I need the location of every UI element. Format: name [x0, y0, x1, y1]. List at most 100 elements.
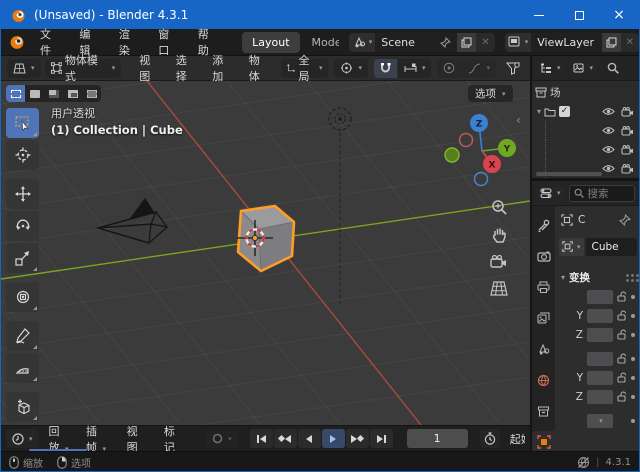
3d-viewport[interactable]: 选项 ▾ 用户透视 (1) Collection | Cube — [1, 81, 530, 425]
eye-icon[interactable] — [602, 107, 615, 116]
sidebar-toggle-icon[interactable]: ‹ — [516, 113, 521, 127]
navigation-gizmo[interactable]: Z Y X — [439, 109, 521, 195]
start-frame-button[interactable]: 起始 — [510, 431, 525, 447]
rotation-y-field[interactable] — [587, 371, 613, 385]
timeline-editor-type-button[interactable]: ▾ — [6, 429, 39, 448]
tool-scale[interactable] — [6, 243, 39, 273]
collection-checkbox[interactable]: ✓ — [559, 106, 570, 117]
tool-move[interactable] — [6, 179, 39, 209]
animate-dot[interactable] — [631, 295, 635, 299]
pivot-point-selector[interactable]: ▾ — [334, 59, 368, 78]
view-layer-remove-button[interactable]: ✕ — [621, 33, 639, 52]
play-reverse-button[interactable] — [298, 429, 321, 448]
render-camera-icon[interactable] — [621, 107, 634, 117]
unlock-icon[interactable] — [617, 310, 627, 321]
editor-type-button[interactable]: ▾ — [7, 59, 41, 78]
scene-name-field[interactable]: Scene — [375, 33, 457, 52]
next-keyframe-button[interactable] — [346, 429, 369, 448]
properties-search-input[interactable]: 搜索 — [569, 185, 635, 202]
tool-measure[interactable] — [6, 353, 39, 383]
render-camera-icon[interactable] — [621, 126, 634, 136]
unlock-icon[interactable] — [617, 329, 627, 340]
gizmo-negative-z[interactable] — [475, 173, 488, 186]
workspace-tab-modeling[interactable]: Mode — [302, 32, 339, 53]
view-layer-name-field[interactable]: ViewLayer — [531, 33, 601, 52]
view-layer-new-button[interactable] — [602, 33, 621, 52]
snap-toggle[interactable] — [374, 59, 397, 78]
minimize-button[interactable] — [519, 1, 559, 29]
maximize-button[interactable] — [559, 1, 599, 29]
zoom-tool-icon[interactable] — [491, 199, 508, 216]
proportional-editing-toggle[interactable] — [437, 59, 461, 78]
tab-render[interactable] — [532, 245, 555, 267]
panel-grip-icon[interactable] — [626, 274, 629, 277]
object-name-field[interactable]: Cube — [586, 238, 637, 256]
tool-cursor[interactable] — [6, 140, 39, 170]
pin-icon[interactable] — [619, 214, 631, 226]
rotation-mode-dropdown[interactable]: ▾ — [587, 414, 613, 428]
animate-dot[interactable] — [631, 314, 635, 318]
use-preview-range-toggle[interactable] — [480, 429, 500, 448]
viewport-options-button[interactable]: 选项 ▾ — [468, 85, 513, 102]
outliner-display-mode-button[interactable]: ▾ — [569, 59, 598, 78]
location-y-field[interactable] — [587, 309, 613, 323]
tab-tool[interactable] — [532, 214, 555, 236]
pan-hand-icon[interactable] — [491, 227, 508, 244]
camera-view-icon[interactable] — [490, 255, 508, 270]
select-mode-intersect[interactable] — [82, 85, 101, 102]
properties-editor-type-button[interactable]: ▾ — [536, 184, 565, 203]
select-mode-extend[interactable] — [25, 85, 44, 102]
select-mode-subtract[interactable] — [44, 85, 63, 102]
scene-browse-button[interactable]: ▾ — [349, 33, 376, 52]
tab-object[interactable] — [532, 431, 555, 453]
prev-keyframe-button[interactable] — [274, 429, 297, 448]
animate-dot[interactable] — [631, 376, 635, 380]
outliner-row-object[interactable] — [532, 140, 639, 159]
mode-selector[interactable]: 物体模式 ▾ — [45, 59, 122, 78]
tool-rotate[interactable] — [6, 211, 39, 241]
gizmo-negative-y[interactable] — [445, 148, 459, 162]
proportional-falloff-selector[interactable]: ▾ — [462, 59, 496, 78]
close-button[interactable]: × — [599, 1, 639, 29]
select-mode-set[interactable] — [6, 85, 25, 102]
outliner-horizontal-scrollbar[interactable] — [536, 172, 602, 176]
play-button[interactable] — [322, 429, 345, 448]
unlock-icon[interactable] — [617, 391, 627, 402]
jump-to-start-button[interactable] — [250, 429, 273, 448]
transform-orientation-selector[interactable]: 全局 ▾ — [281, 59, 328, 78]
outliner-row-scene-collection[interactable]: 场 — [532, 83, 639, 102]
tab-scene[interactable] — [532, 338, 555, 360]
view-layer-browse-button[interactable]: ▾ — [505, 33, 532, 52]
point-light-object[interactable] — [329, 108, 351, 307]
tab-world[interactable] — [532, 369, 555, 391]
outliner-editor-type-button[interactable]: ▾ — [536, 59, 565, 78]
grid-ortho-icon[interactable] — [490, 281, 508, 296]
unlock-icon[interactable] — [617, 291, 627, 302]
animate-dot[interactable] — [631, 419, 635, 423]
search-icon[interactable] — [607, 62, 619, 74]
eye-icon[interactable] — [602, 126, 615, 135]
eye-icon[interactable] — [602, 145, 615, 154]
tab-output[interactable] — [532, 276, 555, 298]
scene-unlink-button[interactable]: ✕ — [476, 33, 494, 52]
transform-panel-header[interactable]: ▾ 变换 — [559, 267, 637, 287]
rotation-x-field[interactable] — [587, 352, 613, 366]
outliner-row-collection[interactable]: ▾ ✓ — [532, 102, 639, 121]
location-x-field[interactable] — [587, 290, 613, 304]
animate-dot[interactable] — [631, 395, 635, 399]
tool-select-box[interactable] — [6, 108, 39, 138]
tool-annotate[interactable] — [6, 321, 39, 351]
select-mode-invert[interactable] — [63, 85, 82, 102]
tool-add-cube[interactable] — [6, 392, 39, 422]
outliner-row-object[interactable] — [532, 121, 639, 140]
animate-dot[interactable] — [631, 357, 635, 361]
tool-transform[interactable] — [6, 282, 39, 312]
rotation-z-field[interactable] — [587, 390, 613, 404]
render-camera-icon[interactable] — [621, 145, 634, 155]
animate-dot[interactable] — [631, 333, 635, 337]
blender-menu-icon[interactable] — [9, 34, 25, 50]
object-browse-button[interactable]: ▾ — [559, 238, 584, 256]
location-z-field[interactable] — [587, 328, 613, 342]
jump-to-end-button[interactable] — [370, 429, 393, 448]
tab-collection[interactable] — [532, 400, 555, 422]
